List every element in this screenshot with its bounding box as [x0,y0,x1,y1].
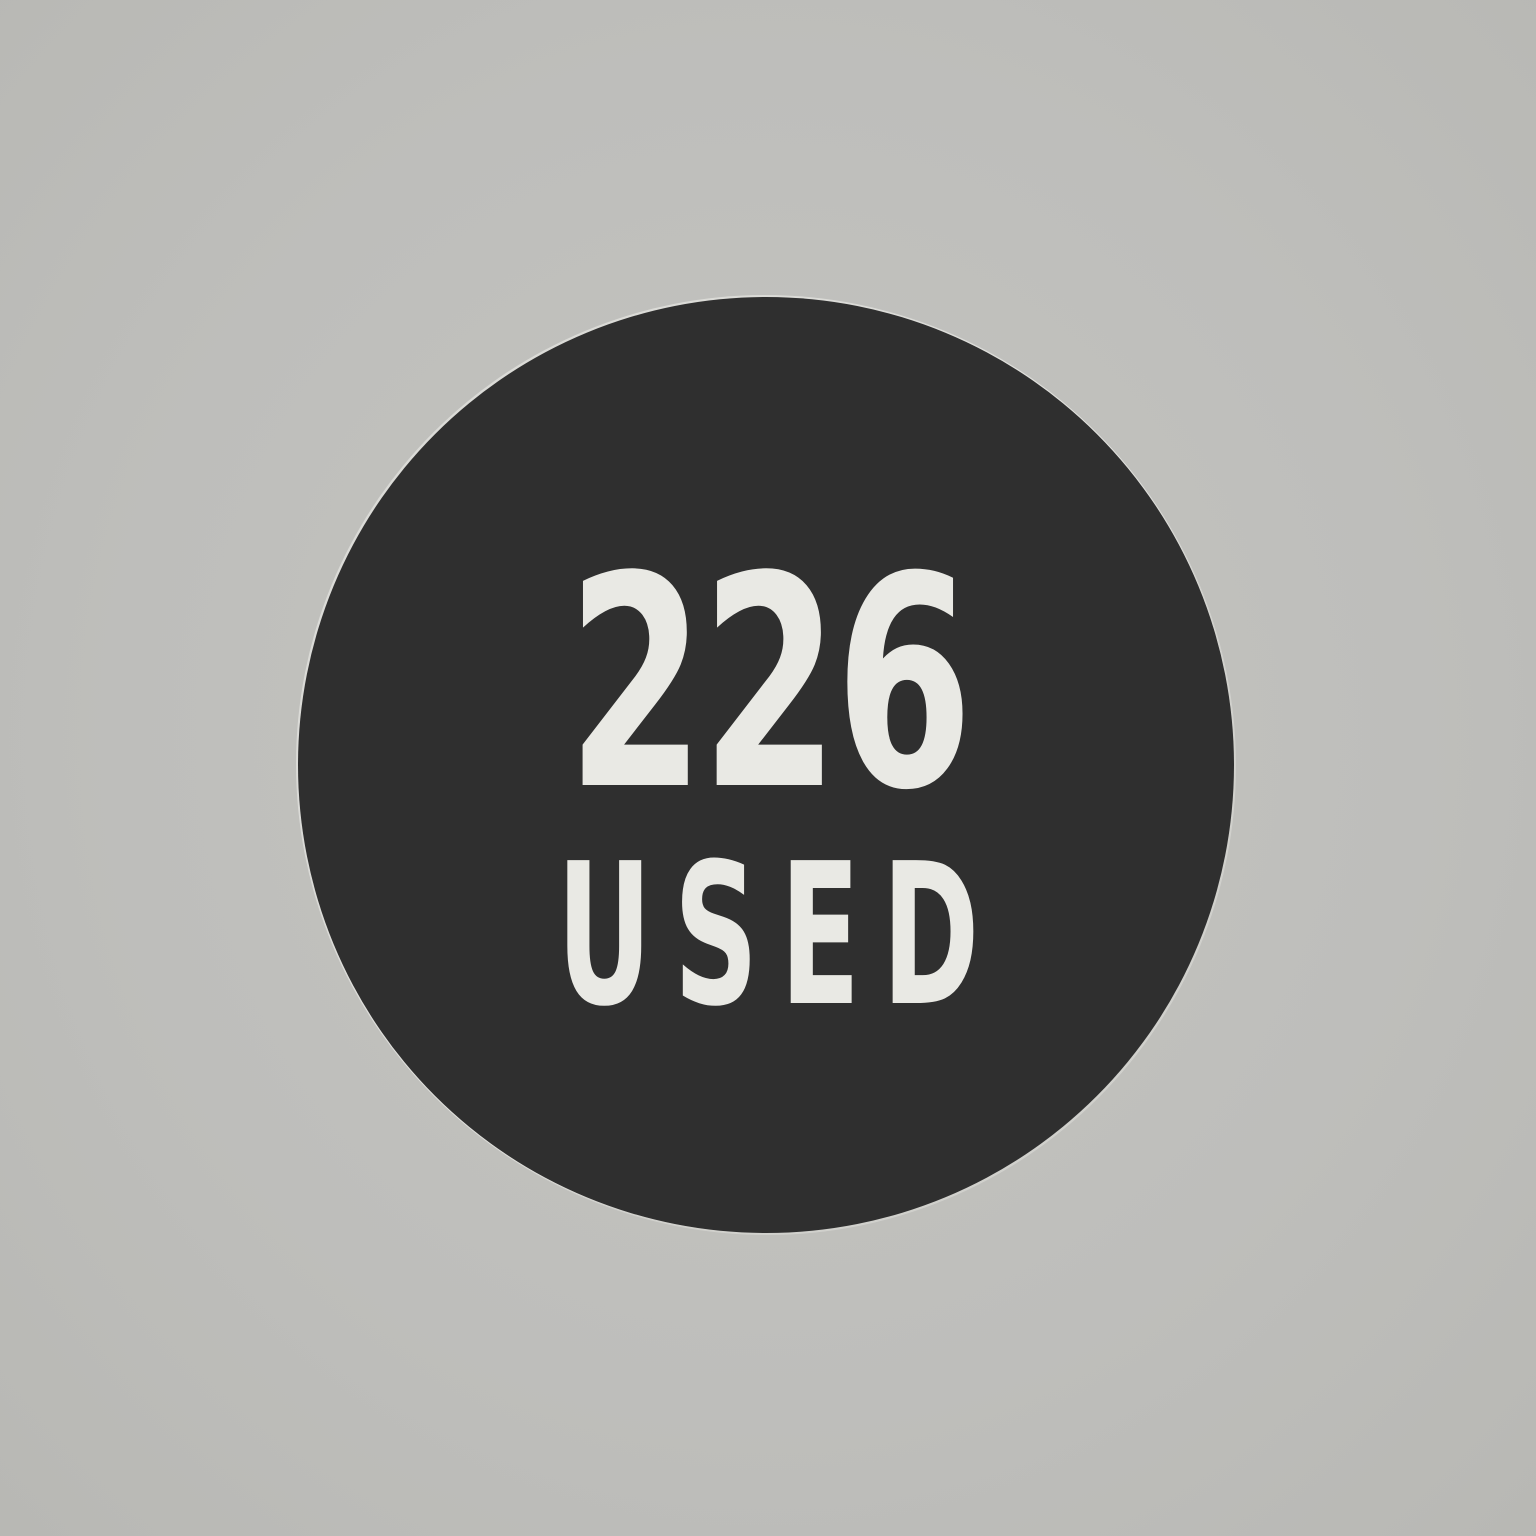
page-background: 226 USED [0,0,1536,1536]
used-count-label: USED [556,822,1002,1050]
used-count-value: 226 [566,514,973,854]
